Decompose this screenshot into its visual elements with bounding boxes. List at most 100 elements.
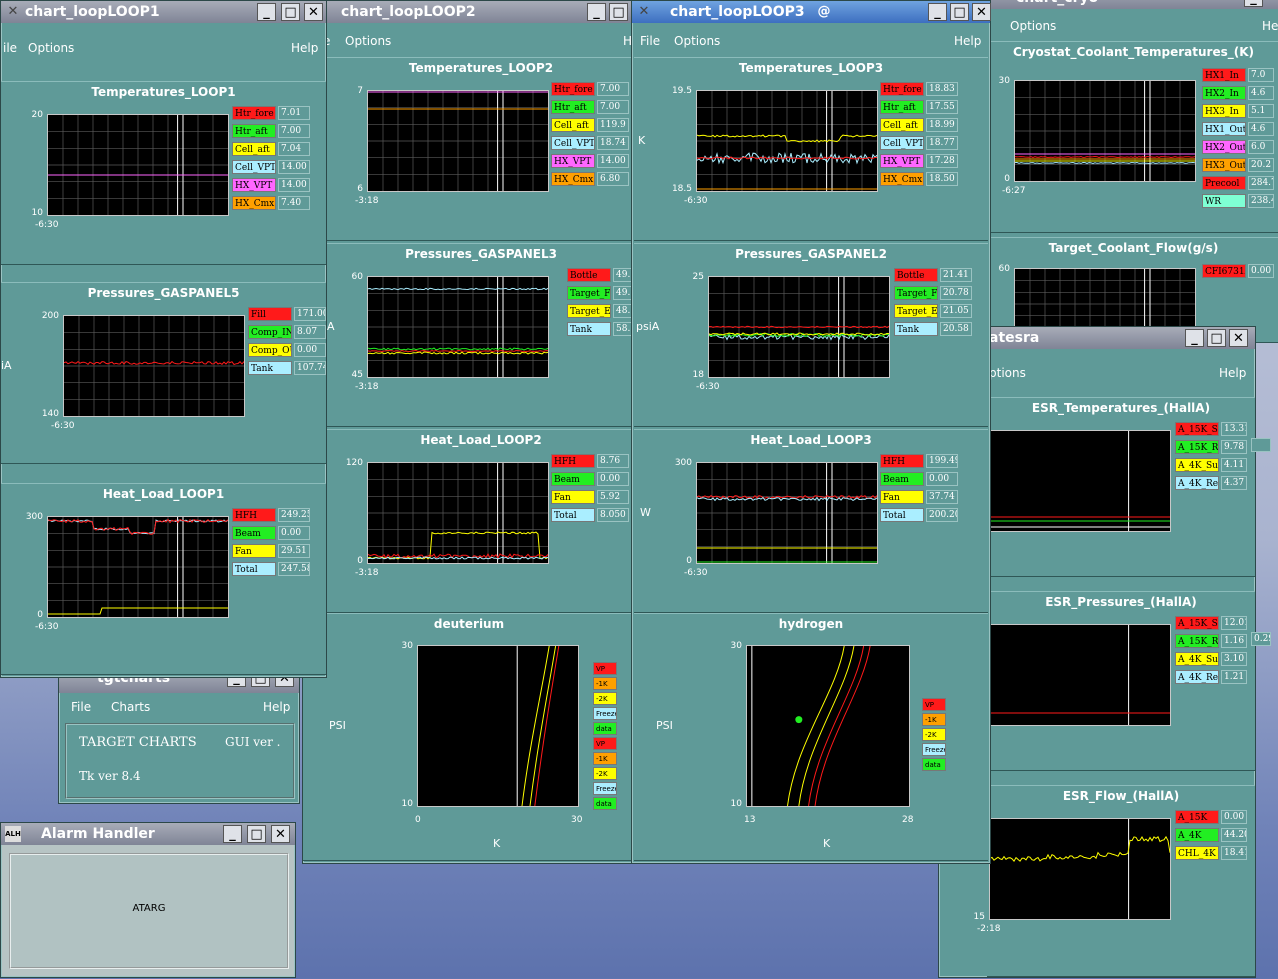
- close-button[interactable]: ✕: [1229, 329, 1248, 347]
- menu-help[interactable]: Help: [1219, 366, 1246, 380]
- ef-legend-item[interactable]: A_4K: [1175, 828, 1219, 842]
- t1-legend-item[interactable]: HX_VPT: [232, 178, 276, 192]
- loop2-titlebar[interactable]: chart_loopLOOP2 _ □: [303, 1, 635, 23]
- h1-legend-item[interactable]: HFH: [232, 508, 276, 522]
- cc-legend-item[interactable]: HX1_In: [1202, 68, 1246, 82]
- menu-options[interactable]: ptions: [989, 366, 1026, 380]
- t1-legend-item[interactable]: Htr_fore: [232, 106, 276, 120]
- h2-legend-item[interactable]: Beam: [551, 472, 595, 486]
- ep-legend-item[interactable]: A_4K_Re: [1175, 670, 1219, 684]
- cc-legend-item[interactable]: HX2_In: [1202, 86, 1246, 100]
- tf-legend-item[interactable]: CFI6731A: [1202, 264, 1246, 278]
- menu-options[interactable]: Options: [674, 34, 720, 48]
- hyd-legend-item[interactable]: data: [922, 758, 946, 771]
- h3-legend-item[interactable]: HFH: [880, 454, 924, 468]
- deut-legend-item[interactable]: VP: [593, 662, 617, 675]
- menu-options[interactable]: Options: [1010, 19, 1056, 33]
- ef-legend-item[interactable]: CHL_4K: [1175, 846, 1219, 860]
- h2-legend-item[interactable]: HFH: [551, 454, 595, 468]
- t3-legend-item[interactable]: Cell_aft: [880, 118, 924, 132]
- p3-legend-item[interactable]: Tank: [567, 322, 611, 336]
- minimize-button[interactable]: _: [928, 3, 947, 21]
- hyd-legend-item[interactable]: VP: [922, 698, 946, 711]
- hyd-legend-item[interactable]: Freeze: [922, 743, 946, 756]
- ep-legend-item[interactable]: A_15K_S: [1175, 616, 1219, 630]
- p2-legend-item[interactable]: Target_Fi: [894, 286, 938, 300]
- alarm-titlebar[interactable]: ALH Alarm Handler _ □ ✕: [1, 823, 295, 845]
- t1-legend-item[interactable]: Cell_aft: [232, 142, 276, 156]
- close-button[interactable]: ✕: [304, 3, 323, 21]
- loop1-titlebar[interactable]: ✕ chart_loopLOOP1 _ □ ✕: [1, 1, 326, 23]
- p5-legend-item[interactable]: Tank: [248, 361, 292, 375]
- h2-legend-item[interactable]: Total: [551, 508, 595, 522]
- p3-legend-item[interactable]: Target_Ex: [567, 304, 611, 318]
- deut-legend-item[interactable]: -1K: [593, 752, 617, 765]
- p3-legend-item[interactable]: Bottle: [567, 268, 611, 282]
- minimize-button[interactable]: _: [257, 3, 276, 21]
- p5-legend-item[interactable]: Comp_OU: [248, 343, 292, 357]
- menu-file[interactable]: ile: [3, 41, 17, 55]
- t2-legend-item[interactable]: Htr_fore: [551, 82, 595, 96]
- h1-legend-item[interactable]: Beam: [232, 526, 276, 540]
- deut-legend-item[interactable]: -1K: [593, 677, 617, 690]
- p5-legend-item[interactable]: Comp_IN: [248, 325, 292, 339]
- hyd-legend-item[interactable]: -2K: [922, 728, 946, 741]
- cc-legend-item[interactable]: HX3_Out: [1202, 158, 1246, 172]
- menu-options[interactable]: Options: [345, 34, 391, 48]
- h1-legend-item[interactable]: Total: [232, 562, 276, 576]
- h2-legend-item[interactable]: Fan: [551, 490, 595, 504]
- close-button[interactable]: ✕: [972, 3, 991, 21]
- cc-legend-item[interactable]: HX2_Out: [1202, 140, 1246, 154]
- deut-legend-item[interactable]: VP: [593, 737, 617, 750]
- menu-options[interactable]: Options: [28, 41, 74, 55]
- p3-legend-item[interactable]: Target_Fi: [567, 286, 611, 300]
- menu-charts[interactable]: Charts: [111, 700, 150, 714]
- maximize-button[interactable]: □: [1207, 329, 1226, 347]
- menu-help[interactable]: He: [1262, 19, 1278, 33]
- t1-legend-item[interactable]: HX_Cmx: [232, 196, 276, 210]
- deut-legend-item[interactable]: -2K: [593, 767, 617, 780]
- cc-legend-item[interactable]: HX1_Out: [1202, 122, 1246, 136]
- menu-help[interactable]: Help: [263, 700, 290, 714]
- deut-legend-item[interactable]: Freeze: [593, 707, 617, 720]
- h3-legend-item[interactable]: Total: [880, 508, 924, 522]
- ef-legend-item[interactable]: A_15K: [1175, 810, 1219, 824]
- chart-cryo-titlebar[interactable]: chart_cryo _: [986, 0, 1278, 9]
- et-legend-item[interactable]: A_15K_S: [1175, 422, 1219, 436]
- et-legend-item[interactable]: A_4K_Re: [1175, 476, 1219, 490]
- close-button[interactable]: ✕: [271, 825, 290, 843]
- ep-legend-item[interactable]: A_4K_Su: [1175, 652, 1219, 666]
- t3-legend-item[interactable]: HX_Cmx: [880, 172, 924, 186]
- t2-legend-item[interactable]: Cell_aft: [551, 118, 595, 132]
- deut-legend-item[interactable]: Freeze: [593, 782, 617, 795]
- t3-legend-item[interactable]: HX_VPT: [880, 154, 924, 168]
- menu-help[interactable]: Help: [954, 34, 981, 48]
- t2-legend-item[interactable]: Cell_VPT: [551, 136, 595, 150]
- minimize-button[interactable]: _: [1185, 329, 1204, 347]
- p5-legend-item[interactable]: Fill: [248, 307, 292, 321]
- t2-legend-item[interactable]: HX_VPT: [551, 154, 595, 168]
- minimize-button[interactable]: _: [223, 825, 242, 843]
- t2-legend-item[interactable]: Htr_aft: [551, 100, 595, 114]
- cc-legend-item[interactable]: Precool: [1202, 176, 1246, 190]
- t2-legend-item[interactable]: HX_Cmx: [551, 172, 595, 186]
- maximize-button[interactable]: □: [247, 825, 266, 843]
- p2-legend-item[interactable]: Bottle: [894, 268, 938, 282]
- p2-legend-item[interactable]: Target_Ex: [894, 304, 938, 318]
- hyd-legend-item[interactable]: -1K: [922, 713, 946, 726]
- t3-legend-item[interactable]: Cell_VPT: [880, 136, 924, 150]
- ep-legend-item[interactable]: A_15K_R: [1175, 634, 1219, 648]
- minimize-button[interactable]: _: [1244, 0, 1263, 7]
- maximize-button[interactable]: □: [281, 3, 300, 21]
- et-legend-item[interactable]: A_4K_Su: [1175, 458, 1219, 472]
- et-legend-item[interactable]: A_15K_R: [1175, 440, 1219, 454]
- alarm-group-button[interactable]: ATARG: [9, 853, 289, 969]
- maximize-button[interactable]: □: [609, 3, 628, 21]
- menu-file[interactable]: File: [640, 34, 660, 48]
- t3-legend-item[interactable]: Htr_fore: [880, 82, 924, 96]
- menu-file[interactable]: File: [71, 700, 91, 714]
- deut-legend-item[interactable]: data: [593, 797, 617, 810]
- t3-legend-item[interactable]: Htr_aft: [880, 100, 924, 114]
- p2-legend-item[interactable]: Tank: [894, 322, 938, 336]
- menu-help[interactable]: Help: [291, 41, 318, 55]
